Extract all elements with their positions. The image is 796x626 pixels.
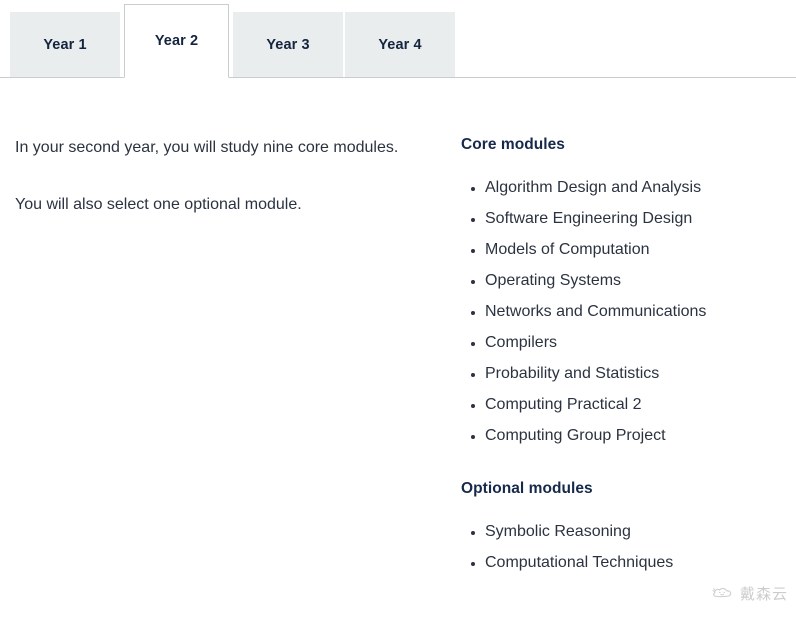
list-item: Software Engineering Design: [461, 211, 796, 227]
tab-year-1[interactable]: Year 1: [10, 12, 120, 78]
list-item: Models of Computation: [461, 242, 796, 258]
watermark: 戴森云: [712, 583, 788, 604]
optional-modules-heading: Optional modules: [461, 480, 593, 497]
watermark-text: 戴森云: [739, 585, 788, 603]
tab-year-4[interactable]: Year 4: [345, 12, 455, 78]
year-tab-bar: Year 1 Year 2 Year 3 Year 4: [0, 0, 796, 78]
tab-year-2[interactable]: Year 2: [124, 4, 229, 78]
intro-paragraph-2: You will also select one optional module…: [15, 196, 302, 214]
cloud-face-logo-icon: [712, 586, 734, 602]
tab-year-2-label: Year 2: [154, 33, 199, 49]
tab-strip: Year 1 Year 2 Year 3 Year 4: [10, 4, 457, 78]
list-item: Symbolic Reasoning: [461, 524, 796, 540]
tab-year-3[interactable]: Year 3: [233, 12, 343, 78]
tab-bar-divider: [0, 77, 796, 78]
tab-year-4-label: Year 4: [378, 37, 422, 53]
list-item: Computing Group Project: [461, 428, 796, 444]
list-item: Operating Systems: [461, 273, 796, 289]
list-item: Algorithm Design and Analysis: [461, 180, 796, 196]
tab-panel-year-2: In your second year, you will study nine…: [0, 78, 796, 571]
list-item: Compilers: [461, 335, 796, 351]
optional-modules-list: Symbolic Reasoning Computational Techniq…: [461, 524, 796, 571]
list-item: Computing Practical 2: [461, 397, 796, 413]
list-item: Networks and Communications: [461, 304, 796, 320]
list-item: Computational Techniques: [461, 555, 796, 571]
intro-paragraph-1: In your second year, you will study nine…: [15, 139, 399, 156]
intro-column: In your second year, you will study nine…: [0, 136, 460, 571]
core-modules-list: Algorithm Design and Analysis Software E…: [461, 180, 796, 444]
list-item: Probability and Statistics: [461, 366, 796, 382]
tab-year-1-label: Year 1: [43, 37, 87, 53]
core-modules-heading: Core modules: [461, 136, 565, 153]
modules-column: Core modules Algorithm Design and Analys…: [460, 136, 796, 571]
tab-year-3-label: Year 3: [266, 37, 310, 53]
